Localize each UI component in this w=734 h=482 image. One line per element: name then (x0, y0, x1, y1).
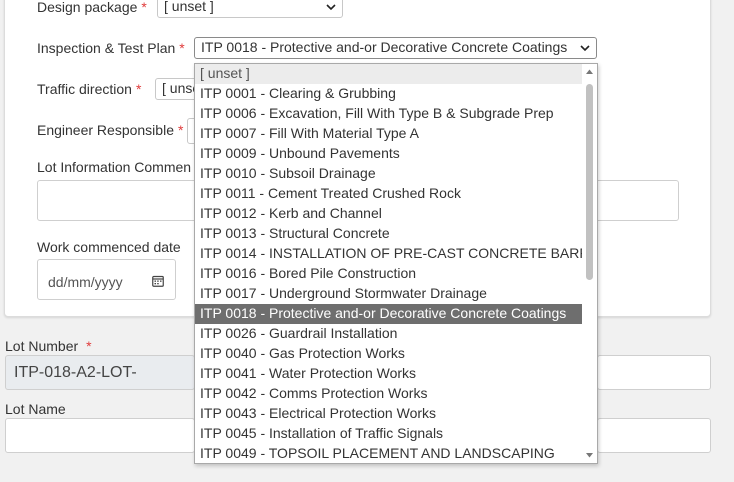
required-asterisk: * (179, 40, 185, 56)
dropdown-option[interactable]: ITP 0040 - Gas Protection Works (195, 344, 582, 364)
dropdown-option[interactable]: ITP 0045 - Installation of Traffic Signa… (195, 424, 582, 444)
itp-label: Inspection & Test Plan * (37, 40, 185, 56)
required-asterisk: * (141, 0, 147, 15)
lot-name-input[interactable] (597, 418, 711, 453)
engineer-responsible-label: Engineer Responsible * (37, 122, 184, 138)
dropdown-option[interactable]: ITP 0010 - Subsoil Drainage (195, 164, 582, 184)
itp-select[interactable]: ITP 0018 - Protective and-or Decorative … (194, 37, 597, 59)
itp-select-value: ITP 0018 - Protective and-or Decorative … (201, 39, 568, 55)
lot-number-prefix: ITP-018-A2-LOT- (5, 355, 195, 390)
work-commenced-label: Work commenced date (37, 239, 181, 255)
dropdown-option[interactable]: ITP 0013 - Structural Concrete (195, 224, 582, 244)
dropdown-option[interactable]: ITP 0009 - Unbound Pavements (195, 144, 582, 164)
dropdown-option[interactable]: ITP 0017 - Underground Stormwater Draina… (195, 284, 582, 304)
chevron-down-icon (326, 4, 336, 11)
lot-name-input-left[interactable] (5, 418, 195, 453)
required-asterisk: * (135, 81, 142, 97)
dropdown-option[interactable]: ITP 0049 - TOPSOIL PLACEMENT AND LANDSCA… (195, 444, 582, 463)
lot-number-prefix-value: ITP-018-A2-LOT- (14, 364, 137, 381)
required-asterisk: * (177, 122, 184, 138)
required-asterisk: * (86, 338, 92, 354)
dropdown-option[interactable]: ITP 0006 - Excavation, Fill With Type B … (195, 104, 582, 124)
dropdown-option[interactable]: ITP 0041 - Water Protection Works (195, 364, 582, 384)
lot-number-label: Lot Number * (5, 338, 92, 354)
scroll-up-icon[interactable] (585, 67, 594, 76)
dropdown-scrollbar[interactable] (582, 64, 597, 463)
date-placeholder: dd/mm/yyyy (48, 274, 123, 290)
lot-number-input[interactable] (597, 355, 711, 390)
dropdown-option[interactable]: ITP 0042 - Comms Protection Works (195, 384, 582, 404)
calendar-icon[interactable] (152, 275, 164, 287)
scrollbar-thumb[interactable] (586, 84, 593, 280)
dropdown-option[interactable]: ITP 0007 - Fill With Material Type A (195, 124, 582, 144)
dropdown-option[interactable]: ITP 0001 - Clearing & Grubbing (195, 84, 582, 104)
lot-info-comments-label: Lot Information Commen (37, 159, 192, 175)
design-package-value: [ unset ] (164, 0, 214, 14)
chevron-down-icon (580, 45, 590, 52)
dropdown-option[interactable]: ITP 0016 - Bored Pile Construction (195, 264, 582, 284)
dropdown-option[interactable]: ITP 0043 - Electrical Protection Works (195, 404, 582, 424)
dropdown-option[interactable]: ITP 0012 - Kerb and Channel (195, 204, 582, 224)
traffic-direction-label: Traffic direction * (37, 81, 142, 97)
dropdown-option[interactable]: ITP 0014 - INSTALLATION OF PRE-CAST CONC… (195, 244, 597, 264)
scroll-down-icon[interactable] (585, 451, 594, 460)
dropdown-option[interactable]: ITP 0018 - Protective and-or Decorative … (195, 304, 582, 324)
work-commenced-date-input[interactable]: dd/mm/yyyy (37, 259, 176, 300)
lot-name-label: Lot Name (5, 401, 66, 417)
dropdown-option[interactable]: ITP 0011 - Cement Treated Crushed Rock (195, 184, 582, 204)
design-package-select[interactable]: [ unset ] (157, 0, 343, 18)
design-package-label: Design package * (37, 0, 147, 15)
dropdown-option[interactable]: [ unset ] (195, 64, 582, 84)
itp-dropdown-list[interactable]: [ unset ] ITP 0001 - Clearing & Grubbing I… (194, 63, 598, 464)
dropdown-option[interactable]: ITP 0026 - Guardrail Installation (195, 324, 582, 344)
